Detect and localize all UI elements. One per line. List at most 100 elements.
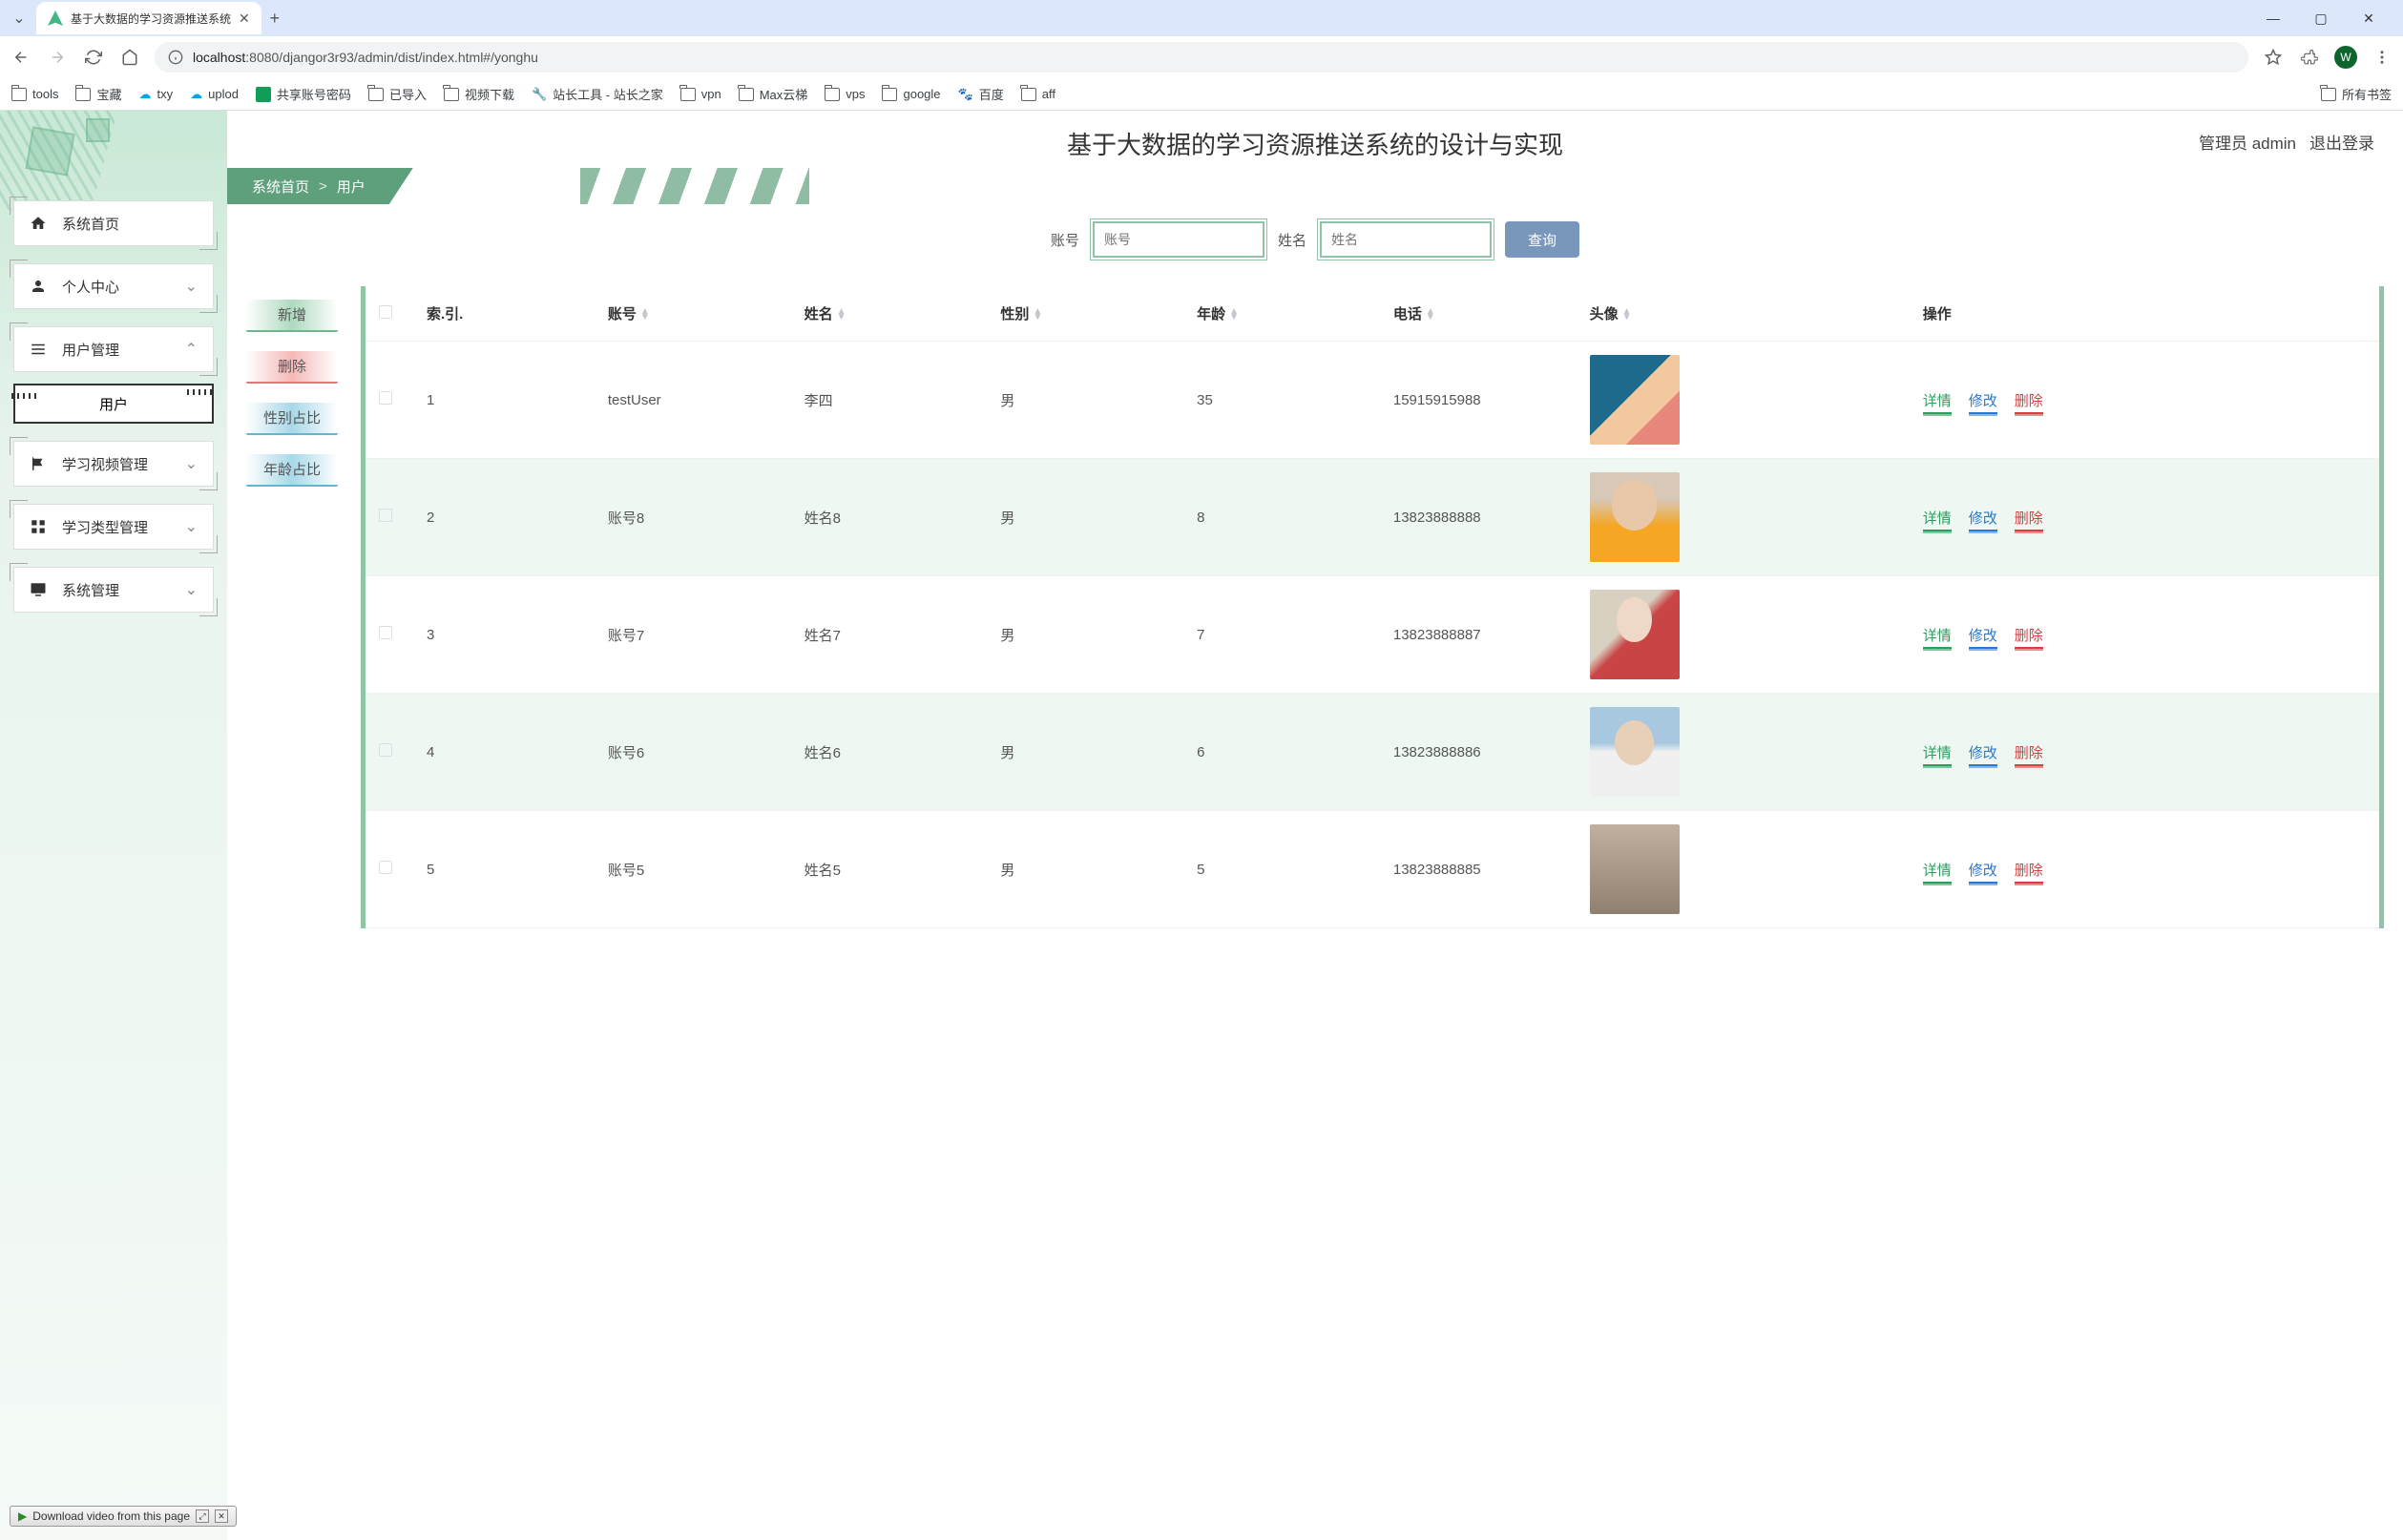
bookmark-item[interactable]: ☁uplod <box>190 87 239 102</box>
maximize-button[interactable]: ▢ <box>2306 10 2336 27</box>
breadcrumb-current: 用户 <box>337 177 366 197</box>
sidebar-item-personal[interactable]: 个人中心 ⌄ <box>13 263 214 309</box>
bookmark-item[interactable]: 已导入 <box>368 85 427 103</box>
edit-link[interactable]: 修改 <box>1969 393 1997 414</box>
delete-button[interactable]: 删除 <box>246 351 338 384</box>
delete-link[interactable]: 删除 <box>2015 863 2043 884</box>
detail-link[interactable]: 详情 <box>1923 510 1952 531</box>
avatar-image <box>1590 590 1680 679</box>
download-video-bar[interactable]: ▶ Download video from this page ⤢ ✕ <box>10 1506 237 1527</box>
bookmark-item[interactable]: 视频下载 <box>444 85 514 103</box>
cell-name: 姓名8 <box>791 459 988 576</box>
bookmark-item[interactable]: aff <box>1021 87 1055 101</box>
detail-link[interactable]: 详情 <box>1923 745 1952 766</box>
col-name[interactable]: 姓名▲▼ <box>791 286 988 342</box>
sort-icon[interactable]: ▲▼ <box>1229 309 1239 321</box>
menu-kebab-icon[interactable] <box>2371 49 2393 66</box>
col-avatar[interactable]: 头像▲▼ <box>1577 286 1910 342</box>
bookmark-star-icon[interactable] <box>2262 49 2285 66</box>
bookmark-item[interactable]: 宝藏 <box>75 85 121 103</box>
bookmark-item[interactable]: tools <box>11 87 58 101</box>
sidebar-item-video-mgmt[interactable]: 学习视频管理 ⌄ <box>13 441 214 487</box>
detail-link[interactable]: 详情 <box>1923 628 1952 649</box>
row-checkbox[interactable] <box>379 626 392 639</box>
detail-link[interactable]: 详情 <box>1923 393 1952 414</box>
sort-icon[interactable]: ▲▼ <box>640 309 650 321</box>
detail-link[interactable]: 详情 <box>1923 863 1952 884</box>
delete-link[interactable]: 删除 <box>2015 510 2043 531</box>
edit-link[interactable]: 修改 <box>1969 510 1997 531</box>
col-age[interactable]: 年龄▲▼ <box>1183 286 1380 342</box>
sidebar-item-sys-mgmt[interactable]: 系统管理 ⌄ <box>13 567 214 613</box>
home-button[interactable] <box>118 49 141 66</box>
address-bar: localhost:8080/djangor3r93/admin/dist/in… <box>0 36 2403 78</box>
row-checkbox[interactable] <box>379 509 392 522</box>
gender-ratio-button[interactable]: 性别占比 <box>246 403 338 435</box>
cell-gender: 男 <box>987 576 1183 694</box>
col-phone[interactable]: 电话▲▼ <box>1380 286 1577 342</box>
back-button[interactable] <box>10 49 32 66</box>
cell-age: 5 <box>1183 811 1380 928</box>
edit-link[interactable]: 修改 <box>1969 628 1997 649</box>
cell-phone: 13823888888 <box>1380 459 1577 576</box>
site-info-icon[interactable] <box>168 50 183 65</box>
sort-icon[interactable]: ▲▼ <box>1622 309 1632 321</box>
home-icon <box>30 215 49 232</box>
name-input[interactable] <box>1320 221 1492 258</box>
cloud-icon: ☁ <box>138 87 151 102</box>
col-index[interactable]: 索.引. <box>413 286 595 342</box>
search-button[interactable]: 查询 <box>1505 221 1579 258</box>
logout-link[interactable]: 退出登录 <box>2309 130 2374 154</box>
close-window-button[interactable]: ✕ <box>2353 10 2384 27</box>
cell-account: 账号7 <box>595 576 791 694</box>
bookmark-item[interactable]: 🐾百度 <box>958 85 1004 103</box>
sort-icon[interactable]: ▲▼ <box>1033 309 1042 321</box>
profile-avatar[interactable]: W <box>2334 46 2357 69</box>
window-controls: — ▢ ✕ <box>2258 10 2395 27</box>
delete-link[interactable]: 删除 <box>2015 745 2043 766</box>
sidebar-item-home[interactable]: 系统首页 <box>13 200 214 246</box>
delete-link[interactable]: 删除 <box>2015 628 2043 649</box>
col-account[interactable]: 账号▲▼ <box>595 286 791 342</box>
age-ratio-button[interactable]: 年龄占比 <box>246 454 338 487</box>
bookmark-item[interactable]: vpn <box>680 87 721 101</box>
minimize-button[interactable]: — <box>2258 10 2288 27</box>
close-icon[interactable]: ✕ <box>215 1509 228 1523</box>
row-checkbox[interactable] <box>379 743 392 757</box>
url-box[interactable]: localhost:8080/djangor3r93/admin/dist/in… <box>155 42 2248 73</box>
bookmark-label: txy <box>157 87 173 101</box>
sidebar-subitem-user[interactable]: 用户 <box>13 384 214 424</box>
bookmark-item[interactable]: 共享账号密码 <box>256 85 351 103</box>
sidebar-item-type-mgmt[interactable]: 学习类型管理 ⌄ <box>13 504 214 550</box>
sort-icon[interactable]: ▲▼ <box>837 309 846 321</box>
admin-label[interactable]: 管理员 admin <box>2199 130 2296 154</box>
expand-icon[interactable]: ⤢ <box>196 1509 209 1523</box>
account-input[interactable] <box>1093 221 1264 258</box>
bookmark-item[interactable]: vps <box>825 87 865 101</box>
bookmark-item[interactable]: 🔧站长工具 - 站长之家 <box>532 85 663 103</box>
monitor-icon <box>30 581 49 598</box>
select-all-checkbox[interactable] <box>379 305 392 319</box>
avatar-image <box>1590 355 1680 445</box>
sort-icon[interactable]: ▲▼ <box>1426 309 1435 321</box>
bookmark-item[interactable]: Max云梯 <box>739 85 808 103</box>
add-button[interactable]: 新增 <box>246 300 338 332</box>
col-gender[interactable]: 性别▲▼ <box>987 286 1183 342</box>
edit-link[interactable]: 修改 <box>1969 745 1997 766</box>
bookmark-item[interactable]: google <box>882 87 940 101</box>
browser-tab[interactable]: 基于大数据的学习资源推送系统 ✕ <box>36 2 261 34</box>
all-bookmarks[interactable]: 所有书签 <box>2321 85 2392 103</box>
tabs-dropdown[interactable]: ⌄ <box>8 9 31 28</box>
edit-link[interactable]: 修改 <box>1969 863 1997 884</box>
new-tab-button[interactable]: + <box>261 9 288 29</box>
delete-link[interactable]: 删除 <box>2015 393 2043 414</box>
close-tab-icon[interactable]: ✕ <box>239 10 250 27</box>
forward-button[interactable] <box>46 49 69 66</box>
row-checkbox[interactable] <box>379 861 392 874</box>
breadcrumb-home[interactable]: 系统首页 <box>252 177 309 197</box>
row-checkbox[interactable] <box>379 391 392 405</box>
reload-button[interactable] <box>82 49 105 66</box>
bookmark-item[interactable]: ☁ txy <box>138 87 173 102</box>
extensions-icon[interactable] <box>2298 49 2321 66</box>
sidebar-item-user-mgmt[interactable]: 用户管理 ⌃ <box>13 326 214 372</box>
